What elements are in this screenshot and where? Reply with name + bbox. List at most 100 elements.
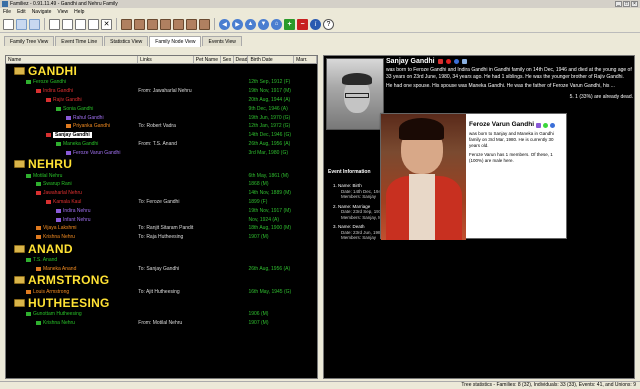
person-row[interactable]: Indira Gandhi From: Jawaharlal Nehru 19th …	[6, 87, 317, 96]
menu-navigate[interactable]: Navigate	[32, 9, 52, 15]
info-icon[interactable]: i	[310, 18, 321, 30]
menu-edit[interactable]: Edit	[17, 9, 26, 15]
birth-date: 14th Dec, 1946 (G)	[248, 132, 292, 139]
person-row[interactable]: Kamala Kaul To: Feroze Gandhi 1899 (F)	[6, 198, 317, 207]
tab-statistics-view[interactable]: Statistics View	[104, 36, 149, 46]
folder-icon	[14, 298, 25, 307]
person-link: From: Jawaharlal Nehru	[138, 88, 192, 95]
person-icon[interactable]	[121, 18, 132, 30]
person-row[interactable]: T.S. Anand	[6, 256, 317, 265]
delete-icon[interactable]: ✕	[101, 18, 112, 30]
hair-shape	[342, 73, 372, 85]
header-dead[interactable]: Dead	[234, 56, 249, 63]
person-row[interactable]: Feroze Gandhi 12th Sep, 1912 (F)	[6, 78, 317, 87]
person-row[interactable]: Motilal Nehru 6th May, 1861 (M)	[6, 171, 317, 180]
open-folder-icon[interactable]	[16, 18, 27, 30]
person-row[interactable]: Krishna Nehru To: Raja Hutheesing 1907 (M)	[6, 233, 317, 242]
birth-date: 26th Aug, 1956 (A)	[248, 265, 291, 272]
birth-date: 19th Nov, 1917 (M)	[248, 207, 291, 214]
window-titlebar: Familiez - 0.91.11.49 - Gandhi and Nehru…	[0, 0, 640, 8]
tab-family-node-view[interactable]: Family Node View	[149, 36, 202, 47]
family-row[interactable]: NEHRU	[6, 157, 317, 171]
family-row[interactable]: GANDHI	[6, 64, 317, 78]
children-icon[interactable]	[173, 18, 184, 30]
header-name[interactable]: Name	[6, 56, 139, 63]
person-row[interactable]: Krishna Nehru From: Motilal Nehru 1907 (M)	[6, 319, 317, 328]
folder-icon	[14, 244, 25, 253]
person-row[interactable]: Infant Nehru Nov, 1924 (A)	[6, 215, 317, 224]
person-name: Krishna Nehru	[43, 234, 75, 241]
couple-icon[interactable]	[134, 18, 145, 30]
person-row[interactable]: Priyanka Gandhi To: Robert Vadra 12th Jan,…	[6, 122, 317, 131]
node-icon	[66, 124, 71, 129]
person-row[interactable]: Vijaya Lakshmi To: Ranjit Sitaram Pandit 1…	[6, 224, 317, 233]
node-icon	[46, 133, 51, 138]
person-row[interactable]: Sanjay Gandhi 14th Dec, 1946 (G)	[6, 131, 317, 140]
person-name: Vijaya Lakshmi	[43, 225, 77, 232]
person-row[interactable]: Louis Armstrong To: Ajit Hutheesing 16th M…	[6, 287, 317, 296]
help-icon[interactable]: ?	[323, 18, 334, 30]
header-links[interactable]: Links	[138, 56, 194, 63]
parents-icon[interactable]	[160, 18, 171, 30]
person-row[interactable]: Gunottam Hutheesing 1906 (M)	[6, 310, 317, 319]
up-arrow-icon[interactable]: ▲	[245, 18, 256, 30]
person-row[interactable]: Rahul Gandhi 19th Jun, 1970 (G)	[6, 113, 317, 122]
person-name: T.S. Anand	[33, 256, 58, 263]
back-arrow-icon[interactable]: ◀	[219, 18, 230, 30]
minimize-button[interactable]: _	[615, 1, 622, 7]
siblings-icon[interactable]	[186, 18, 197, 30]
menu-view[interactable]: View	[57, 9, 68, 15]
person-name: Swarup Rani	[43, 181, 72, 188]
person-name: Feroze Gandhi	[33, 79, 67, 86]
save-icon[interactable]	[29, 18, 40, 30]
person-row[interactable]: Maneka Anand To: Sanjay Gandhi 26th Aug, 1…	[6, 264, 317, 273]
person-row[interactable]: Indira Nehru 19th Nov, 1917 (M)	[6, 206, 317, 215]
remove-icon[interactable]: −	[297, 18, 308, 30]
node-icon	[66, 115, 71, 120]
person-row[interactable]: Jawaharlal Nehru 14th Nov, 1889 (M)	[6, 189, 317, 198]
menu-file[interactable]: File	[3, 9, 11, 15]
home-icon[interactable]: ⌂	[271, 18, 282, 30]
print-icon[interactable]	[49, 18, 60, 30]
group-icon[interactable]	[199, 18, 210, 30]
family-row[interactable]: ANAND	[6, 242, 317, 256]
header-birth-date[interactable]: Birth Date	[248, 56, 295, 63]
copy-icon[interactable]	[75, 18, 86, 30]
person-row[interactable]: Sonia Gandhi 9th Dec, 1946 (A)	[6, 104, 317, 113]
family-row[interactable]: HUTHEESING	[6, 296, 317, 310]
view-tabs: Family Tree View Event Time Line Statist…	[0, 36, 640, 47]
family-row[interactable]: ARMSTRONG	[6, 273, 317, 287]
folder-icon	[14, 276, 25, 285]
tab-event-time-line[interactable]: Event Time Line	[55, 36, 104, 46]
new-file-icon[interactable]	[3, 18, 14, 30]
header-sex[interactable]: Sex	[221, 56, 234, 63]
down-arrow-icon[interactable]: ▼	[258, 18, 269, 30]
tab-events-view[interactable]: Events View	[202, 36, 242, 46]
maximize-button[interactable]: □	[623, 1, 630, 7]
person-row[interactable]: Rajiv Gandhi 20th Aug, 1944 (A)	[6, 96, 317, 105]
birth-date: 3rd Mar, 1980 (G)	[248, 149, 288, 156]
tab-family-tree-view[interactable]: Family Tree View	[4, 36, 55, 46]
birth-date: Nov, 1924 (A)	[248, 216, 280, 223]
person-row[interactable]: Maneka Gandhi From: T.S. Anand 26th Aug, 1…	[6, 140, 317, 149]
birth-date: 14th Nov, 1889 (M)	[248, 190, 291, 197]
add-icon[interactable]: +	[284, 18, 295, 30]
edit-icon[interactable]	[461, 59, 467, 64]
paste-icon[interactable]	[88, 18, 99, 30]
family-icon[interactable]	[147, 18, 158, 30]
menu-help[interactable]: Help	[74, 9, 84, 15]
forward-arrow-icon[interactable]: ▶	[232, 18, 243, 30]
person-row[interactable]: Swarup Rani 1868 (M)	[6, 180, 317, 189]
close-button[interactable]: ×	[631, 1, 638, 7]
sanjay-photo	[326, 58, 384, 130]
header-pet-name[interactable]: Pet Name	[194, 56, 221, 63]
node-icon	[26, 289, 31, 294]
family-name: GANDHI	[28, 64, 78, 78]
family-name: ARMSTRONG	[28, 273, 110, 288]
header-marriage[interactable]: Marr.	[294, 56, 317, 63]
cut-icon[interactable]	[62, 18, 73, 30]
birth-date: 18th Aug, 1900 (M)	[248, 225, 292, 232]
window-title: Familiez - 0.91.11.49 - Gandhi and Nehru…	[10, 1, 118, 7]
birth-date: 12th Sep, 1912 (F)	[248, 79, 291, 86]
person-row[interactable]: Feroze Varun Gandhi 3rd Mar, 1980 (G)	[6, 148, 317, 157]
